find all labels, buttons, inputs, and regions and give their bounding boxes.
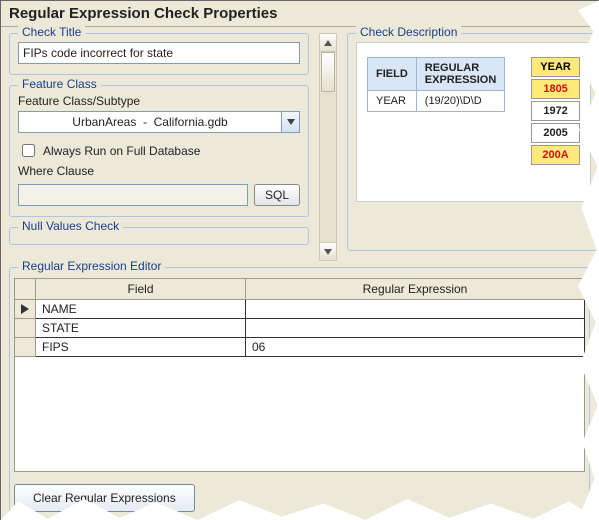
grid-cell-field[interactable]: NAME	[36, 300, 246, 319]
description-year-column: YEAR 1805 1972 2005 200A	[531, 57, 580, 165]
chevron-up-icon	[324, 40, 332, 46]
example-th-field: FIELD	[368, 58, 417, 91]
check-title-group: Check Title	[9, 33, 309, 75]
example-td-regex: (19/20)\D\D	[416, 91, 505, 112]
scroll-up-button[interactable]	[320, 34, 336, 52]
row-selector-icon[interactable]	[15, 300, 36, 319]
where-clause-input[interactable]	[18, 184, 248, 206]
scroll-thumb[interactable]	[321, 52, 335, 92]
regex-editor-group: Regular Expression Editor Field Regular …	[9, 267, 590, 520]
year-chip: 200A	[531, 145, 580, 165]
scroll-down-button[interactable]	[320, 242, 336, 260]
feature-class-legend: Feature Class	[18, 77, 101, 91]
year-chip: 2005	[531, 123, 580, 143]
grid-col-field[interactable]: Field	[36, 279, 246, 300]
grid-cell-regex[interactable]	[246, 319, 585, 338]
always-run-checkbox[interactable]	[22, 144, 35, 157]
row-selector[interactable]	[15, 319, 36, 338]
chevron-down-icon	[324, 249, 332, 255]
example-td-field: YEAR	[368, 91, 417, 112]
table-row[interactable]: STATE	[15, 319, 585, 338]
left-pane-scrollbar[interactable]	[319, 33, 337, 261]
where-clause-label: Where Clause	[18, 164, 300, 178]
row-selector[interactable]	[15, 338, 36, 357]
grid-cell-field[interactable]: FIPS	[36, 338, 246, 357]
table-row[interactable]: FIPS 06	[15, 338, 585, 357]
always-run-label: Always Run on Full Database	[43, 144, 200, 158]
triangle-right-icon	[21, 304, 29, 314]
table-row[interactable]: NAME	[15, 300, 585, 319]
feature-class-combo-button[interactable]	[282, 111, 300, 133]
regex-editor-grid[interactable]: Field Regular Expression NAME STATE	[14, 278, 585, 357]
check-description-legend: Check Description	[356, 25, 461, 39]
always-run-checkbox-row[interactable]: Always Run on Full Database	[18, 141, 300, 160]
check-description-group: Check Description FIELD REGULAR EXPRESSI…	[347, 33, 599, 251]
description-example-table: FIELD REGULAR EXPRESSION YEAR (19/20)\D\…	[367, 57, 505, 112]
sql-button[interactable]: SQL	[254, 184, 300, 206]
check-description-preview: FIELD REGULAR EXPRESSION YEAR (19/20)\D\…	[356, 42, 591, 202]
check-title-legend: Check Title	[18, 25, 85, 39]
scroll-track[interactable]	[320, 92, 336, 242]
grid-cell-regex[interactable]: 06	[246, 338, 585, 357]
grid-empty-area	[14, 357, 585, 472]
example-th-regex: REGULAR EXPRESSION	[416, 58, 505, 91]
year-chip: 1805	[531, 79, 580, 99]
check-title-input[interactable]	[18, 42, 300, 64]
window-title: Regular Expression Check Properties	[1, 1, 598, 27]
grid-cell-regex[interactable]	[246, 300, 585, 319]
year-header-chip: YEAR	[531, 57, 580, 77]
null-values-group: Null Values Check	[9, 227, 309, 245]
regex-editor-legend: Regular Expression Editor	[18, 259, 165, 273]
grid-corner	[15, 279, 36, 300]
feature-class-combo[interactable]	[18, 111, 282, 133]
chevron-down-icon	[287, 119, 295, 125]
feature-class-subtype-label: Feature Class/Subtype	[18, 94, 300, 108]
grid-col-regex[interactable]: Regular Expression	[246, 279, 585, 300]
feature-class-group: Feature Class Feature Class/Subtype Alwa…	[9, 85, 309, 217]
grid-cell-field[interactable]: STATE	[36, 319, 246, 338]
null-values-legend: Null Values Check	[18, 219, 123, 233]
year-chip: 1972	[531, 101, 580, 121]
